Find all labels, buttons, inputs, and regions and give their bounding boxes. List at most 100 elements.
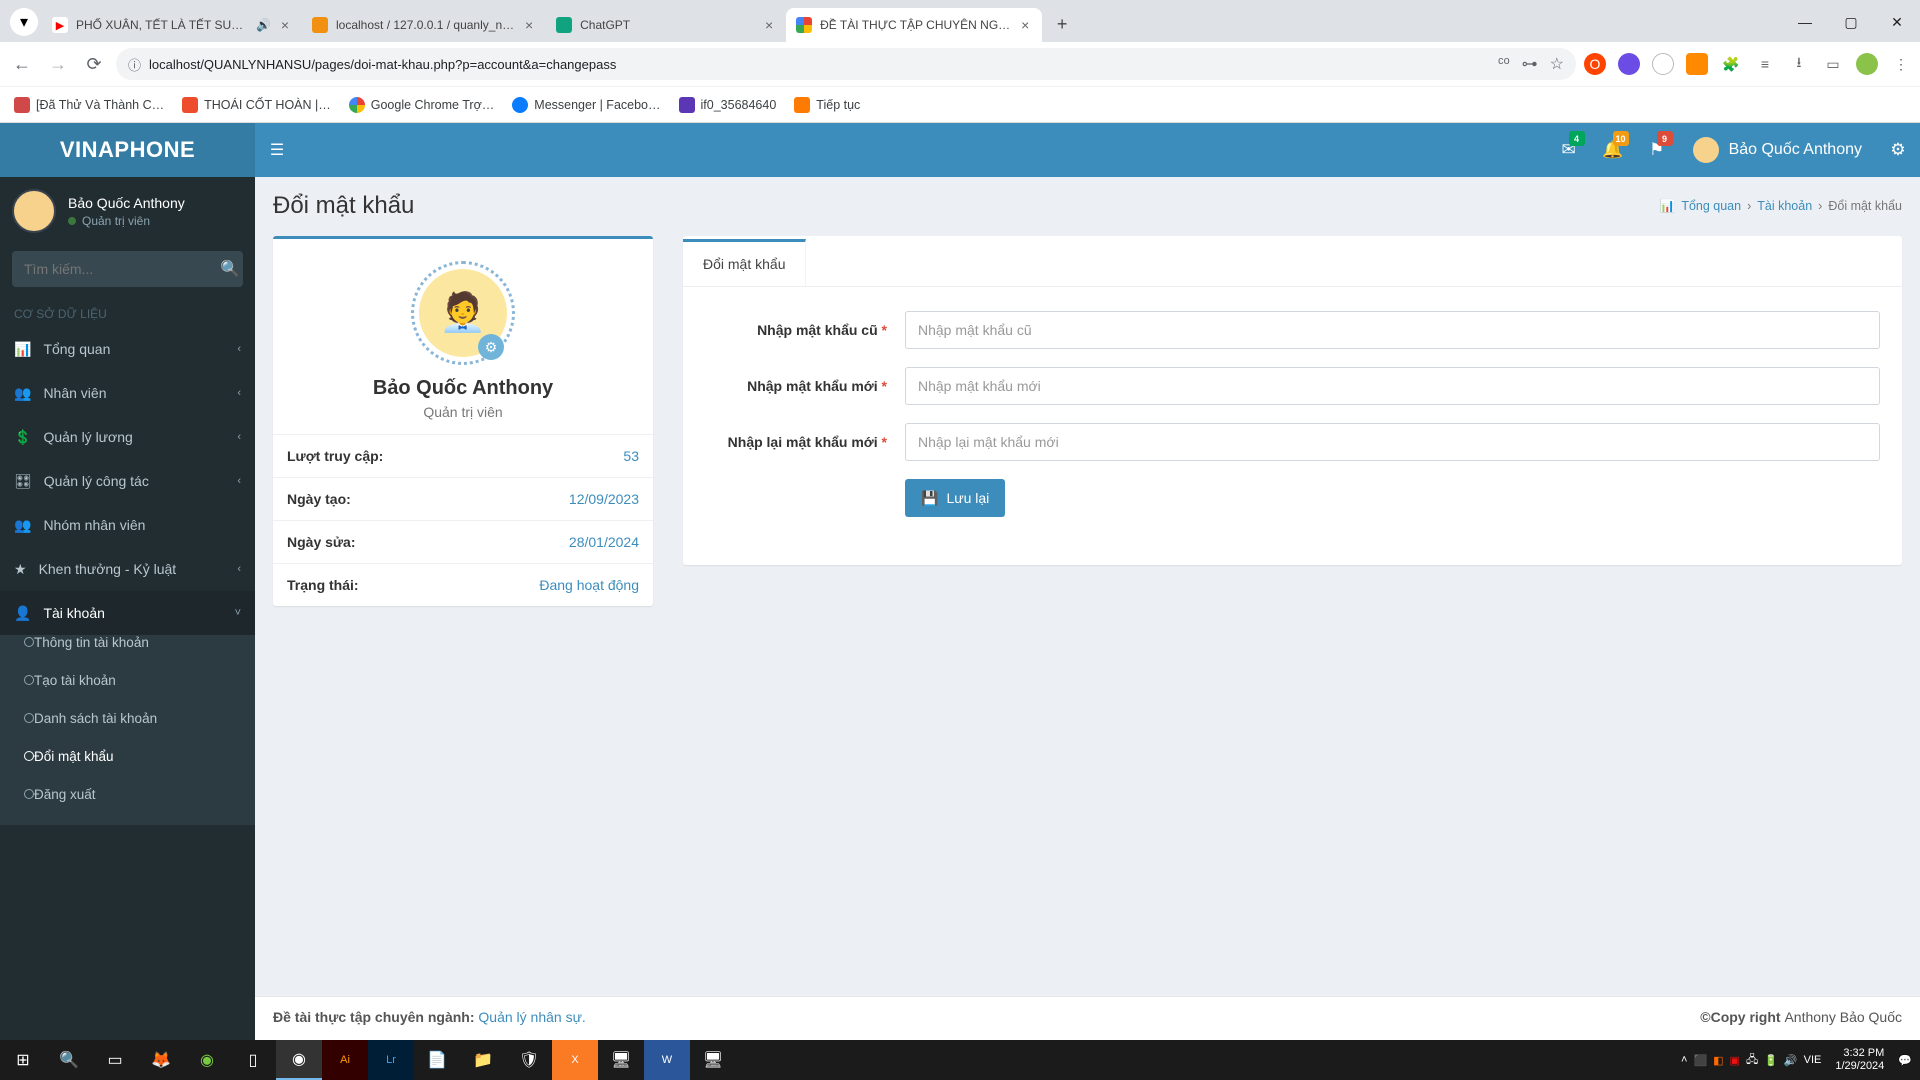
audio-icon[interactable]: 🔊 (256, 18, 270, 32)
sidebar-item-work[interactable]: 🎛Quản lý công tác‹ (0, 459, 255, 503)
submenu-create-account[interactable]: Tạo tài khoản (0, 673, 255, 711)
illustrator-icon[interactable]: Ai (322, 1040, 368, 1080)
sidebar-item-overview[interactable]: 📊Tổng quan‹ (0, 327, 255, 371)
submenu-account-list[interactable]: Danh sách tài khoản (0, 711, 255, 749)
sidebar-item-account[interactable]: 👤Tài khoản˅ (0, 591, 255, 635)
ext-icon[interactable] (1618, 53, 1640, 75)
translate-icon[interactable]: ᶜᵒ (1498, 55, 1510, 73)
app-icon[interactable]: 🖥 (690, 1040, 736, 1080)
notepad-icon[interactable]: 📄 (414, 1040, 460, 1080)
profile-avatar[interactable] (1856, 53, 1878, 75)
close-icon[interactable]: × (1018, 18, 1032, 32)
word-icon[interactable]: W (644, 1040, 690, 1080)
submenu-logout[interactable]: Đăng xuất (0, 787, 255, 825)
settings-button[interactable]: ⚙ (1876, 123, 1920, 177)
sidebar-item-employees[interactable]: 👥Nhân viên‹ (0, 371, 255, 415)
old-password-input[interactable] (905, 311, 1880, 349)
new-tab-button[interactable]: + (1048, 10, 1076, 38)
bookmark-item[interactable]: Messenger | Facebo… (512, 97, 660, 113)
close-icon[interactable]: × (278, 18, 292, 32)
star-icon: ★ (14, 561, 27, 578)
notifications-icon[interactable]: 💬 (1898, 1054, 1912, 1067)
menu-icon[interactable]: ⋮ (1890, 53, 1912, 75)
bookmark-item[interactable]: Tiếp tục (794, 97, 860, 113)
brand-logo[interactable]: VINAPHONE (0, 123, 255, 177)
tab-change-password[interactable]: Đổi mật khẩu (683, 239, 806, 286)
tray-icon[interactable]: 🖧 (1746, 1051, 1758, 1070)
notifications-button[interactable]: 🔔10 (1591, 123, 1635, 177)
close-window-button[interactable]: ✕ (1874, 2, 1920, 42)
coccoc-icon[interactable]: ◉ (184, 1040, 230, 1080)
extension-icons: O 🧩 ≡ ⭳ ▭ ⋮ (1584, 53, 1912, 75)
ext-icon[interactable] (1652, 53, 1674, 75)
ext-icon[interactable]: ▭ (1822, 53, 1844, 75)
footer-left-link[interactable]: Quản lý nhân sự. (478, 1009, 585, 1025)
new-password-input[interactable] (905, 367, 1880, 405)
browser-tab-1[interactable]: localhost / 127.0.0.1 / quanly_n… × (302, 8, 546, 42)
tray-icon[interactable]: ◧ (1713, 1054, 1723, 1067)
field-label: Nhập lại mật khẩu mới * (705, 434, 905, 450)
mail-button[interactable]: ✉4 (1547, 123, 1591, 177)
reload-button[interactable]: ⟳ (80, 50, 108, 78)
site-info-icon[interactable]: ⓘ (128, 55, 141, 74)
close-icon[interactable]: × (762, 18, 776, 32)
avatar (12, 189, 56, 233)
bookmark-item[interactable]: if0_35684640 (679, 97, 777, 113)
volume-icon[interactable]: 🔊 (1784, 1054, 1798, 1067)
submenu-change-password[interactable]: Đổi mật khẩu (0, 749, 255, 787)
password-icon[interactable]: ⊶ (1522, 54, 1538, 74)
forward-button[interactable]: → (44, 50, 72, 78)
online-dot-icon (68, 217, 76, 225)
tray-chevron-icon[interactable]: ˄ (1681, 1054, 1687, 1066)
topbar-user[interactable]: Bảo Quốc Anthony (1679, 123, 1876, 177)
breadcrumb-mid[interactable]: Tài khoản (1757, 199, 1812, 213)
maximize-button[interactable]: ▢ (1828, 2, 1874, 42)
taskbar-clock[interactable]: 3:32 PM 1/29/2024 (1827, 1047, 1892, 1073)
users-icon: 👥 (14, 385, 31, 402)
submenu-account-info[interactable]: Thông tin tài khoản (0, 635, 255, 673)
ext-icon[interactable]: ≡ (1754, 53, 1776, 75)
sidebar-toggle[interactable]: ☰ (255, 123, 299, 177)
downloads-icon[interactable]: ⭳ (1788, 53, 1810, 75)
bookmark-item[interactable]: [Đã Thử Và Thành C… (14, 97, 164, 113)
chrome-icon[interactable]: ◉ (276, 1040, 322, 1080)
ext-icon[interactable]: 🧩 (1720, 53, 1742, 75)
tray-icon[interactable]: ⬛ (1693, 1054, 1707, 1067)
search-button[interactable]: 🔍 (46, 1040, 92, 1080)
search-button[interactable]: 🔍 (217, 251, 243, 287)
breadcrumb-home[interactable]: Tổng quan (1681, 199, 1741, 213)
sidebar-item-rewards[interactable]: ★Khen thưởng - Kỷ luật‹ (0, 547, 255, 591)
tray-icon[interactable]: ▣ (1730, 1054, 1740, 1067)
browser-tab-3[interactable]: ĐỀ TÀI THỰC TẬP CHUYÊN NG… × (786, 8, 1042, 42)
tray-icon[interactable]: 🔋 (1764, 1054, 1778, 1067)
app-icon[interactable]: 🛡 (506, 1040, 552, 1080)
gear-icon[interactable]: ⚙ (478, 334, 504, 360)
search-input[interactable] (12, 261, 217, 277)
sidebar-item-groups[interactable]: 👥Nhóm nhân viên (0, 503, 255, 547)
address-bar[interactable]: ⓘ localhost/QUANLYNHANSU/pages/doi-mat-k… (116, 48, 1576, 80)
bookmark-icon[interactable]: ☆ (1550, 54, 1564, 74)
app-icon[interactable]: 🖥 (598, 1040, 644, 1080)
save-button[interactable]: 💾 Lưu lại (905, 479, 1005, 517)
app-icon[interactable]: ▯ (230, 1040, 276, 1080)
browser-tab-0[interactable]: ▶ PHỐ XUÂN, TẾT LÀ TẾT SUM… 🔊 × (42, 8, 302, 42)
minimize-button[interactable]: — (1782, 2, 1828, 42)
bookmark-item[interactable]: Google Chrome Trợ… (349, 97, 495, 113)
confirm-password-input[interactable] (905, 423, 1880, 461)
lightroom-icon[interactable]: Lr (368, 1040, 414, 1080)
explorer-icon[interactable]: 📁 (460, 1040, 506, 1080)
browser-tab-2[interactable]: ChatGPT × (546, 8, 786, 42)
firefox-icon[interactable]: 🦊 (138, 1040, 184, 1080)
start-button[interactable]: ⊞ (0, 1040, 46, 1080)
back-button[interactable]: ← (8, 50, 36, 78)
bookmark-item[interactable]: THOÁI CỐT HOÀN |… (182, 97, 331, 113)
xampp-icon[interactable]: X (552, 1040, 598, 1080)
flags-button[interactable]: ⚑9 (1635, 123, 1679, 177)
tab-search-dropdown[interactable]: ▾ (10, 8, 38, 36)
ext-icon[interactable]: O (1584, 53, 1606, 75)
task-view-button[interactable]: ▭ (92, 1040, 138, 1080)
ext-icon[interactable] (1686, 53, 1708, 75)
close-icon[interactable]: × (522, 18, 536, 32)
lang-indicator[interactable]: VIE (1804, 1054, 1822, 1066)
sidebar-item-salary[interactable]: 💲Quản lý lương‹ (0, 415, 255, 459)
